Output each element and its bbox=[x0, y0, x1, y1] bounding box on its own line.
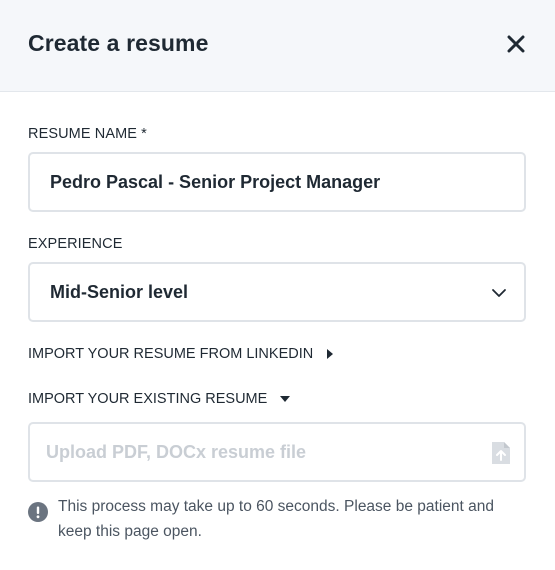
experience-selected-value: Mid-Senior level bbox=[50, 282, 189, 302]
experience-label: EXPERIENCE bbox=[28, 236, 123, 252]
upload-file-icon bbox=[492, 442, 510, 464]
import-linkedin-label: IMPORT YOUR RESUME FROM LINKEDIN bbox=[28, 346, 314, 362]
caret-right-icon bbox=[327, 349, 334, 359]
dialog-title: Create a resume bbox=[28, 30, 209, 56]
notice-text: This process may take up to 60 seconds. … bbox=[58, 498, 494, 540]
resume-name-value[interactable]: Pedro Pascal - Senior Project Manager bbox=[50, 172, 380, 193]
resume-upload-dropzone[interactable]: Upload PDF, DOCx resume file bbox=[28, 422, 526, 482]
caret-down-icon bbox=[280, 396, 291, 402]
import-linkedin-toggle[interactable]: IMPORT YOUR RESUME FROM LINKEDIN bbox=[28, 346, 335, 362]
close-button[interactable] bbox=[503, 31, 529, 57]
chevron-down-icon bbox=[492, 289, 506, 297]
upload-placeholder: Upload PDF, DOCx resume file bbox=[46, 442, 307, 462]
import-existing-toggle[interactable]: IMPORT YOUR EXISTING RESUME bbox=[28, 391, 291, 407]
experience-select[interactable]: Mid-Senior level bbox=[28, 262, 526, 322]
resume-name-input[interactable]: Pedro Pascal - Senior Project Manager bbox=[28, 152, 526, 212]
import-existing-label: IMPORT YOUR EXISTING RESUME bbox=[28, 391, 268, 407]
resume-name-label: RESUME NAME * bbox=[28, 126, 147, 142]
close-icon bbox=[507, 35, 525, 53]
info-icon bbox=[28, 502, 48, 522]
dialog-header: Create a resume bbox=[0, 0, 555, 92]
